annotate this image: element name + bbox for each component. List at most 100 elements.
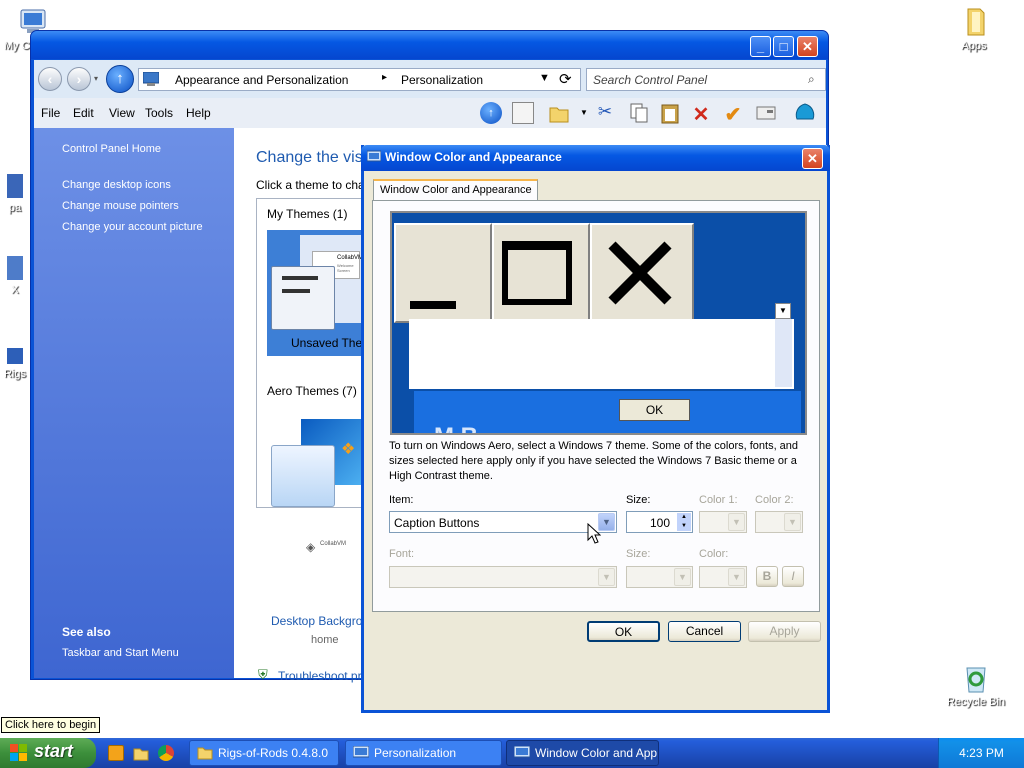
collabvm-logo-icon: ◈: [306, 540, 316, 554]
copy-icon[interactable]: [628, 102, 650, 124]
cut-icon[interactable]: ✂: [594, 102, 616, 124]
dialog-close-button[interactable]: ✕: [802, 148, 823, 169]
recent-pages-icon[interactable]: ▾: [94, 74, 98, 83]
start-button[interactable]: start: [0, 738, 96, 768]
breadcrumb-separator-icon: ▸: [382, 72, 388, 83]
font-dropdown-icon[interactable]: ▼: [598, 568, 615, 586]
recycle-bin-icon[interactable]: Recycle Bin: [944, 662, 1008, 708]
mouse-cursor-icon: [587, 522, 602, 545]
change-desktop-icons-link[interactable]: Change desktop icons: [62, 179, 171, 191]
dialog-titlebar[interactable]: Window Color and Appearance ✕: [361, 145, 830, 171]
paste-icon[interactable]: [659, 102, 681, 124]
color1-label: Color 1:: [699, 494, 738, 506]
taskbar-item-personalization[interactable]: Personalization: [345, 740, 502, 766]
search-input[interactable]: Search Control Panel ⌕: [586, 68, 826, 91]
windows-logo-icon: [10, 744, 28, 762]
start-tooltip: Click here to begin: [1, 717, 101, 733]
item-select[interactable]: Caption Buttons ▼: [389, 511, 617, 533]
explorer-quicklaunch-icon[interactable]: [133, 745, 149, 761]
search-icon[interactable]: ⌕: [808, 72, 815, 87]
control-panel-home-link[interactable]: Control Panel Home: [62, 143, 161, 155]
page-subheading: Click a theme to cha: [256, 178, 365, 192]
window-color-dialog: Window Color and Appearance ✕ Window Col…: [361, 145, 830, 713]
preview-close-icon: [590, 223, 694, 323]
refresh-icon[interactable]: ⟳: [559, 70, 572, 88]
change-mouse-pointers-link[interactable]: Change mouse pointers: [62, 200, 179, 212]
preview-scroll-arrow-icon: ▼: [775, 303, 791, 319]
address-box[interactable]: Appearance and Personalization ▸ Persona…: [138, 68, 581, 91]
change-account-picture-link[interactable]: Change your account picture: [62, 221, 203, 233]
chrome-icon[interactable]: [158, 745, 174, 761]
font-size-dropdown-icon[interactable]: ▼: [674, 568, 691, 586]
font-select[interactable]: ▼: [389, 566, 617, 588]
media-player-icon[interactable]: [108, 745, 124, 761]
apps-folder-icon[interactable]: Apps: [944, 6, 1004, 52]
breadcrumb-personalization[interactable]: Personalization: [401, 73, 483, 87]
size-spinner[interactable]: 100 ▲ ▼: [626, 511, 693, 533]
troubleshoot-link[interactable]: Troubleshoot pr: [278, 669, 362, 683]
color1-dropdown-icon[interactable]: ▼: [728, 513, 745, 531]
color1-picker[interactable]: ▼: [699, 511, 747, 533]
checkmark-icon[interactable]: ✔: [722, 102, 744, 126]
clock[interactable]: 4:23 PM: [959, 746, 1004, 760]
font-size-label: Size:: [626, 548, 651, 560]
maximize-button[interactable]: □: [773, 36, 794, 57]
taskbar-item-window-color[interactable]: Window Color and App...: [506, 740, 659, 766]
shell-icon[interactable]: [794, 102, 816, 124]
menu-file[interactable]: File: [41, 106, 60, 120]
delete-icon[interactable]: ✕: [690, 102, 712, 126]
views-dropdown-icon[interactable]: ▼: [580, 108, 588, 117]
desktop-background-link[interactable]: Desktop Backgro: [271, 614, 362, 628]
address-dropdown-icon[interactable]: ▼: [539, 72, 550, 84]
up-button[interactable]: ↑: [106, 65, 134, 93]
tab-window-color[interactable]: Window Color and Appearance: [373, 179, 538, 201]
breadcrumb-appearance[interactable]: Appearance and Personalization: [175, 73, 348, 87]
properties-icon[interactable]: [755, 102, 777, 124]
taskbar-item-window-color-label: Window Color and App...: [535, 746, 659, 760]
size-label: Size:: [626, 494, 651, 506]
size-down-icon[interactable]: ▼: [677, 522, 691, 531]
menu-tools[interactable]: Tools: [145, 106, 173, 120]
apps-label: Apps: [961, 40, 987, 52]
taskbar: start Rigs-of-Rods 0.4.8.0 Personalizati…: [0, 738, 1024, 768]
font-size-select[interactable]: ▼: [626, 566, 693, 588]
themes-list: My Themes (1) CollabVM Welcome Screen Un…: [256, 198, 367, 508]
desktop-shortcut-icon[interactable]: X: [0, 254, 30, 296]
apply-button[interactable]: Apply: [748, 621, 821, 642]
close-button[interactable]: ✕: [797, 36, 818, 57]
appearance-preview[interactable]: ▼ M B OK: [390, 211, 807, 435]
folders-pane-icon[interactable]: [512, 102, 534, 124]
bold-button[interactable]: B: [756, 566, 778, 587]
folder-view-icon[interactable]: [548, 102, 570, 124]
rigs-of-rods-icon[interactable]: Rigs: [0, 346, 30, 380]
desktop-shortcut-label: pa: [8, 202, 22, 214]
window-titlebar[interactable]: _ □ ✕: [31, 31, 828, 59]
back-button[interactable]: ‹: [38, 67, 62, 91]
desktop-background-thumb-icon[interactable]: ◈ CollabVM: [306, 538, 346, 558]
desktop-shortcut-icon[interactable]: pa: [0, 172, 30, 214]
forward-button[interactable]: ›: [67, 67, 91, 91]
color2-label: Color 2:: [755, 494, 794, 506]
recycle-bin-graphic-icon: [960, 662, 992, 694]
taskbar-item-rigs[interactable]: Rigs-of-Rods 0.4.8.0: [189, 740, 339, 766]
menu-view[interactable]: View: [109, 106, 135, 120]
color2-dropdown-icon[interactable]: ▼: [784, 513, 801, 531]
font-color-dropdown-icon[interactable]: ▼: [728, 568, 745, 586]
color2-picker[interactable]: ▼: [755, 511, 803, 533]
window-color-icon: [513, 745, 531, 760]
minimize-button[interactable]: _: [750, 36, 771, 57]
unsaved-theme-tile[interactable]: CollabVM Welcome Screen Unsaved The: [267, 230, 367, 356]
taskbar-start-menu-link[interactable]: Taskbar and Start Menu: [62, 647, 179, 659]
preview-scrollbar: [775, 319, 792, 387]
up-folder-icon[interactable]: ↑: [480, 102, 502, 124]
menu-help[interactable]: Help: [186, 106, 211, 120]
menu-edit[interactable]: Edit: [73, 106, 94, 120]
size-up-icon[interactable]: ▲: [677, 513, 691, 522]
start-label: start: [34, 741, 74, 761]
cancel-button[interactable]: Cancel: [668, 621, 741, 642]
shortcut-icon: [5, 254, 25, 284]
recycle-bin-label: Recycle Bin: [946, 696, 1006, 708]
italic-button[interactable]: I: [782, 566, 804, 587]
font-color-picker[interactable]: ▼: [699, 566, 747, 588]
ok-button[interactable]: OK: [587, 621, 660, 642]
